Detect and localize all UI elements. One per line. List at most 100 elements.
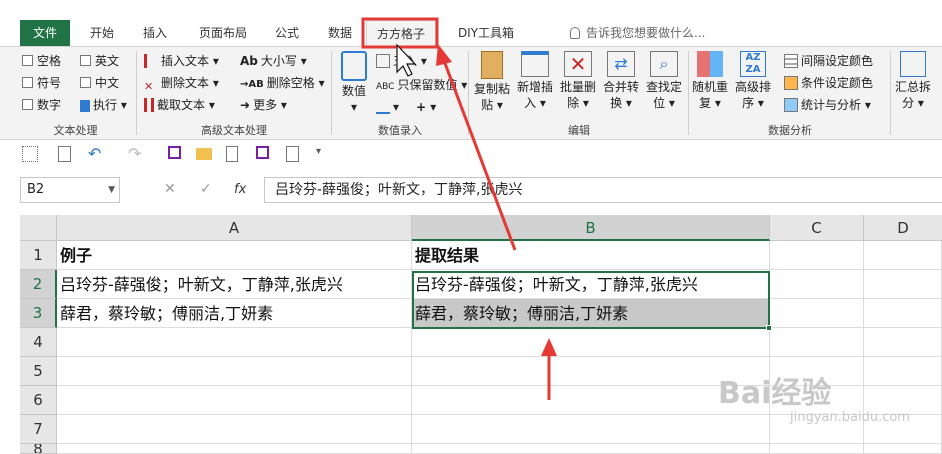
cancel-icon[interactable]: ✕	[164, 181, 176, 197]
summary-split-button[interactable]: 汇总拆分 ▾	[893, 51, 933, 111]
tab-diy-toolbox[interactable]: DIY工具箱	[448, 20, 524, 46]
edit-dropdown[interactable]: ▾	[376, 97, 399, 117]
cell-d1[interactable]	[864, 241, 942, 270]
name-box[interactable]: B2 ▼	[20, 177, 120, 203]
cell-d5[interactable]	[864, 357, 942, 386]
fx-icon[interactable]: fx	[234, 182, 246, 197]
delete-space-button[interactable]: →AB 删除空格 ▾	[240, 73, 325, 93]
merge-convert-button[interactable]: ⇄ 合并转换 ▾	[601, 51, 641, 111]
tab-file[interactable]: 文件	[20, 20, 70, 46]
cell-b2[interactable]: 吕玲芬-薛强俊；叶新文，丁静萍,张虎兴	[412, 270, 770, 299]
select-icon[interactable]	[22, 146, 38, 162]
tab-home[interactable]: 开始	[80, 20, 124, 46]
row-header-7[interactable]: 7	[20, 415, 57, 444]
row-header-6[interactable]: 6	[20, 386, 57, 415]
tab-fangfang[interactable]: 方方格子	[366, 20, 436, 46]
redo-icon[interactable]: ↷	[128, 146, 144, 162]
row-header-4[interactable]: 4	[20, 328, 57, 357]
column-header-c[interactable]: C	[770, 215, 864, 241]
chevron-down-icon[interactable]: ▼	[108, 178, 115, 202]
tell-me-box[interactable]: 告诉我您想要做什么...	[570, 20, 705, 46]
row-header-2[interactable]: 2	[20, 270, 57, 299]
advanced-sort-button[interactable]: AZ ZA 高级排序 ▾	[733, 51, 773, 111]
condition-color-button[interactable]: 条件设定颜色	[784, 73, 873, 93]
undo-icon[interactable]: ↶	[88, 146, 104, 162]
cell-b6[interactable]	[412, 386, 770, 415]
checkbox-symbol[interactable]: 符号	[22, 73, 61, 93]
random-repeat-button[interactable]: 随机重复 ▾	[690, 51, 730, 111]
cell-a7[interactable]	[57, 415, 412, 444]
checkbox-space[interactable]: 空格	[22, 51, 61, 71]
extract-text-button[interactable]: 截取文本 ▾	[144, 95, 215, 115]
statistics-button[interactable]: 统计与分析 ▾	[784, 95, 871, 115]
save-as-icon[interactable]	[256, 146, 269, 159]
interval-color-button[interactable]: 间隔设定颜色	[784, 51, 873, 71]
checkbox-english[interactable]: 英文	[80, 51, 119, 71]
cell-a3[interactable]: 薛君，蔡玲敏；傅丽洁,丁妍素	[57, 299, 412, 328]
insert-text-button[interactable]: 插入文本 ▾	[144, 51, 219, 71]
cell-c8[interactable]	[770, 444, 864, 454]
cell-c3[interactable]	[770, 299, 864, 328]
cell-b7[interactable]	[412, 415, 770, 444]
cell-a8[interactable]	[57, 444, 412, 454]
tab-data[interactable]: 数据	[318, 20, 362, 46]
copy-paste-button[interactable]: 复制粘贴 ▾	[472, 51, 512, 113]
batch-delete-button[interactable]: ✕ 批量删除 ▾	[558, 51, 598, 111]
cell-c1[interactable]	[770, 241, 864, 270]
row-header-5[interactable]: 5	[20, 357, 57, 386]
group-label: 数值录入	[378, 124, 422, 137]
customize-toolbar-icon[interactable]: ▾	[316, 146, 332, 162]
cell-b5[interactable]	[412, 357, 770, 386]
arrow-right-icon: ➜	[240, 98, 251, 112]
column-header-b[interactable]: B	[412, 215, 770, 241]
cell-a4[interactable]	[57, 328, 412, 357]
cell-d2[interactable]	[864, 270, 942, 299]
plus-button[interactable]: + ▾	[416, 97, 436, 117]
case-button[interactable]: Ab 大小写 ▾	[240, 51, 307, 71]
column-header-a[interactable]: A	[57, 215, 412, 241]
cell-a6[interactable]	[57, 386, 412, 415]
save-icon[interactable]	[168, 146, 181, 159]
round-button[interactable]: 五入 ▾	[376, 51, 427, 71]
cell-c2[interactable]	[770, 270, 864, 299]
row-header-1[interactable]: 1	[20, 241, 57, 270]
more-button[interactable]: ➜ 更多 ▾	[240, 95, 287, 115]
cell-a1[interactable]: 例子	[57, 241, 412, 270]
tab-page-layout[interactable]: 页面布局	[190, 20, 256, 46]
copy-icon[interactable]	[58, 146, 71, 162]
cell-a2[interactable]: 吕玲芬-薛强俊；叶新文，丁静萍,张虎兴	[57, 270, 412, 299]
confirm-icon[interactable]: ✓	[200, 181, 212, 197]
checkbox-chinese[interactable]: 中文	[80, 73, 119, 93]
cell-b1[interactable]: 提取结果	[412, 241, 770, 270]
select-all-corner[interactable]	[20, 215, 57, 241]
cell-d8[interactable]	[864, 444, 942, 454]
delete-text-button[interactable]: ✕ 删除文本 ▾	[144, 73, 219, 93]
print-preview-icon[interactable]	[286, 146, 299, 162]
keep-value-button[interactable]: ABC 只保留数值 ▾	[376, 75, 467, 95]
row-header-3[interactable]: 3	[20, 299, 57, 328]
row-header-8[interactable]: 8	[20, 444, 57, 454]
find-locate-button[interactable]: ⌕ 查找定位 ▾	[644, 51, 684, 111]
new-file-icon[interactable]	[226, 146, 238, 162]
random-icon	[697, 51, 723, 77]
cell-b8[interactable]	[412, 444, 770, 454]
execute-button[interactable]: 执行 ▾	[80, 95, 127, 115]
cell-b4[interactable]	[412, 328, 770, 357]
divider	[331, 51, 332, 135]
checkbox-number[interactable]: 数字	[22, 95, 61, 115]
open-folder-icon[interactable]	[196, 148, 212, 160]
tab-formulas[interactable]: 公式	[265, 20, 309, 46]
formula-input[interactable]: 吕玲芬-薛强俊；叶新文，丁静萍,张虎兴	[264, 177, 942, 203]
cell-d4[interactable]	[864, 328, 942, 357]
cell-d3[interactable]	[864, 299, 942, 328]
insert-new-button[interactable]: 新增插入 ▾	[515, 51, 555, 111]
cell-c4[interactable]	[770, 328, 864, 357]
tab-insert[interactable]: 插入	[133, 20, 177, 46]
sort-az-icon: AZ ZA	[740, 51, 766, 77]
cell-b3[interactable]: 薛君，蔡玲敏；傅丽洁,丁妍素	[412, 299, 770, 328]
group-label: 高级文本处理	[201, 124, 267, 137]
cell-a5[interactable]	[57, 357, 412, 386]
column-header-d[interactable]: D	[864, 215, 942, 241]
extract-text-icon	[144, 98, 154, 112]
numeric-button[interactable]: 数值 ▾	[334, 51, 374, 115]
